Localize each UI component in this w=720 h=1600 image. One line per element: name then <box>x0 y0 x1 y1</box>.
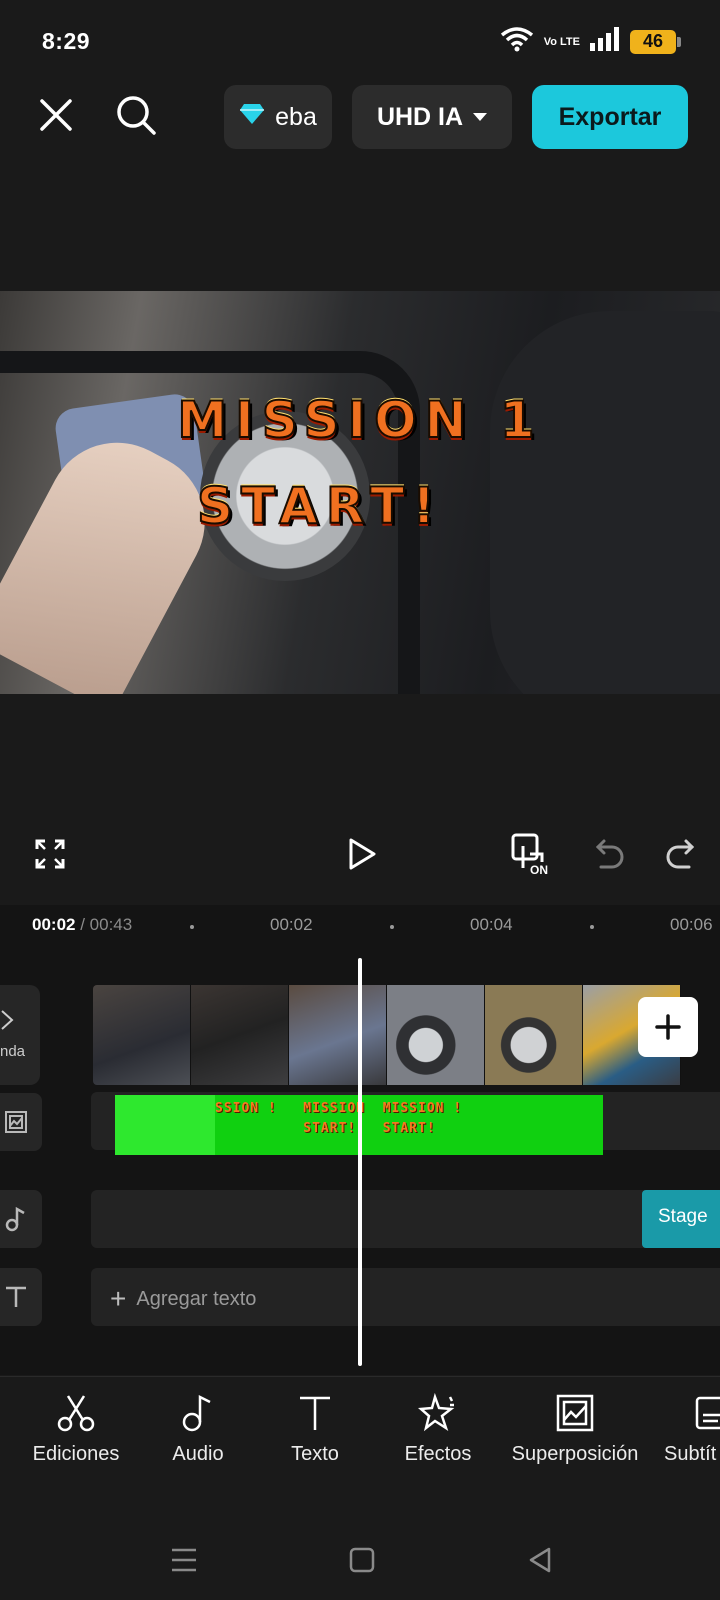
tool-audio[interactable]: Audio <box>158 1393 238 1466</box>
quality-label: UHD IA <box>376 102 464 131</box>
cover-label: nda <box>0 1043 26 1060</box>
redo-icon[interactable] <box>656 830 704 878</box>
timeline-ruler: 00:02 / 00:43 00:02 00:04 00:06 <box>0 905 720 945</box>
tool-texto[interactable]: Texto <box>275 1393 355 1466</box>
overlay-title-line2: START! <box>196 476 444 536</box>
video-thumbnail[interactable] <box>191 985 289 1085</box>
quality-dropdown[interactable]: UHD IA <box>352 85 512 149</box>
tool-label: Superposición <box>511 1443 639 1465</box>
close-icon[interactable] <box>32 91 80 139</box>
caret-down-icon <box>473 113 488 121</box>
tool-label: Texto <box>291 1443 339 1465</box>
effects-star-icon <box>418 1393 455 1432</box>
scissors-icon <box>57 1395 95 1432</box>
top-toolbar: eba UHD IA Exportar <box>0 80 720 150</box>
tool-subtitulos[interactable]: Subtít <box>664 1393 720 1466</box>
overlay-clip-leading-frame <box>115 1095 215 1155</box>
bottom-toolbar: Ediciones Audio Texto Efectos Superposic… <box>0 1376 720 1491</box>
battery-icon: 46 <box>630 29 681 54</box>
menu-icon[interactable] <box>162 1538 206 1582</box>
keyframe-toggle-icon[interactable]: ON <box>508 830 556 878</box>
wifi-icon <box>500 26 534 57</box>
undo-icon[interactable] <box>586 830 634 878</box>
text-icon <box>300 1396 330 1430</box>
audio-track-icon[interactable] <box>0 1190 42 1248</box>
tool-ediciones[interactable]: Ediciones <box>28 1393 124 1466</box>
volte-indicator: Vo LTE <box>543 35 580 48</box>
export-button[interactable]: Exportar <box>532 85 688 149</box>
overlay-track-icon[interactable] <box>0 1093 42 1151</box>
add-clip-button[interactable] <box>638 997 698 1057</box>
tool-label: Efectos <box>404 1443 472 1465</box>
subtitles-icon <box>695 1396 720 1430</box>
home-icon[interactable] <box>340 1538 384 1582</box>
tool-label: Subtít <box>664 1443 717 1465</box>
video-thumbnail[interactable] <box>387 985 485 1085</box>
ruler-tick: 00:04 <box>470 915 513 934</box>
current-time: 00:02 <box>32 915 76 934</box>
status-icons: Vo LTE 46 <box>500 26 681 57</box>
overlay-icon <box>556 1394 594 1432</box>
back-icon[interactable] <box>518 1538 562 1582</box>
svg-text:ON: ON <box>530 863 548 876</box>
add-text-button[interactable]: + Agregar texto <box>110 1283 256 1315</box>
playhead[interactable] <box>358 958 362 1366</box>
fullscreen-icon[interactable] <box>26 830 74 878</box>
tool-label: Audio <box>172 1443 224 1465</box>
total-time: / 00:43 <box>80 915 133 934</box>
audio-clip[interactable]: Stage <box>642 1190 720 1248</box>
signal-icon <box>590 27 620 56</box>
audio-lane[interactable] <box>91 1190 720 1248</box>
ruler-dot <box>190 925 194 929</box>
trial-label: eba <box>275 102 317 131</box>
time-readout: 00:02 / 00:43 <box>32 915 132 935</box>
video-thumbnail[interactable] <box>289 985 387 1085</box>
ruler-dot <box>390 925 394 929</box>
add-text-label: Agregar texto <box>136 1287 257 1310</box>
search-icon[interactable] <box>112 91 160 139</box>
tool-efectos[interactable]: Efectos <box>390 1393 486 1466</box>
overlay-clip-text: SSION ! MISSION MISSION ! START! START! <box>215 1101 463 1136</box>
edit-cover-icon <box>1 1010 14 1030</box>
video-thumbnail[interactable] <box>93 985 191 1085</box>
trial-button[interactable]: eba <box>224 85 332 149</box>
status-bar: 8:29 Vo LTE 46 <box>0 0 720 84</box>
ruler-tick: 00:06 <box>670 915 713 934</box>
tool-label: Ediciones <box>32 1443 120 1465</box>
video-preview[interactable]: MISSION 1 START! <box>0 291 720 694</box>
play-icon[interactable] <box>338 830 386 878</box>
video-track[interactable] <box>93 985 720 1085</box>
system-nav-bar <box>0 1520 720 1600</box>
ruler-dot <box>590 925 594 929</box>
playback-controls: ON <box>0 820 720 890</box>
ruler-tick: 00:02 <box>270 915 313 934</box>
overlay-title-line1: MISSION 1 <box>176 390 543 450</box>
diamond-icon <box>239 103 265 132</box>
cover-button[interactable]: nda <box>0 985 40 1085</box>
tool-superposicion[interactable]: Superposición <box>504 1393 646 1466</box>
clock: 8:29 <box>42 28 91 54</box>
plus-icon: + <box>110 1283 127 1314</box>
video-thumbnail[interactable] <box>485 985 583 1085</box>
music-note-icon <box>182 1394 211 1432</box>
text-track-icon[interactable] <box>0 1268 42 1326</box>
